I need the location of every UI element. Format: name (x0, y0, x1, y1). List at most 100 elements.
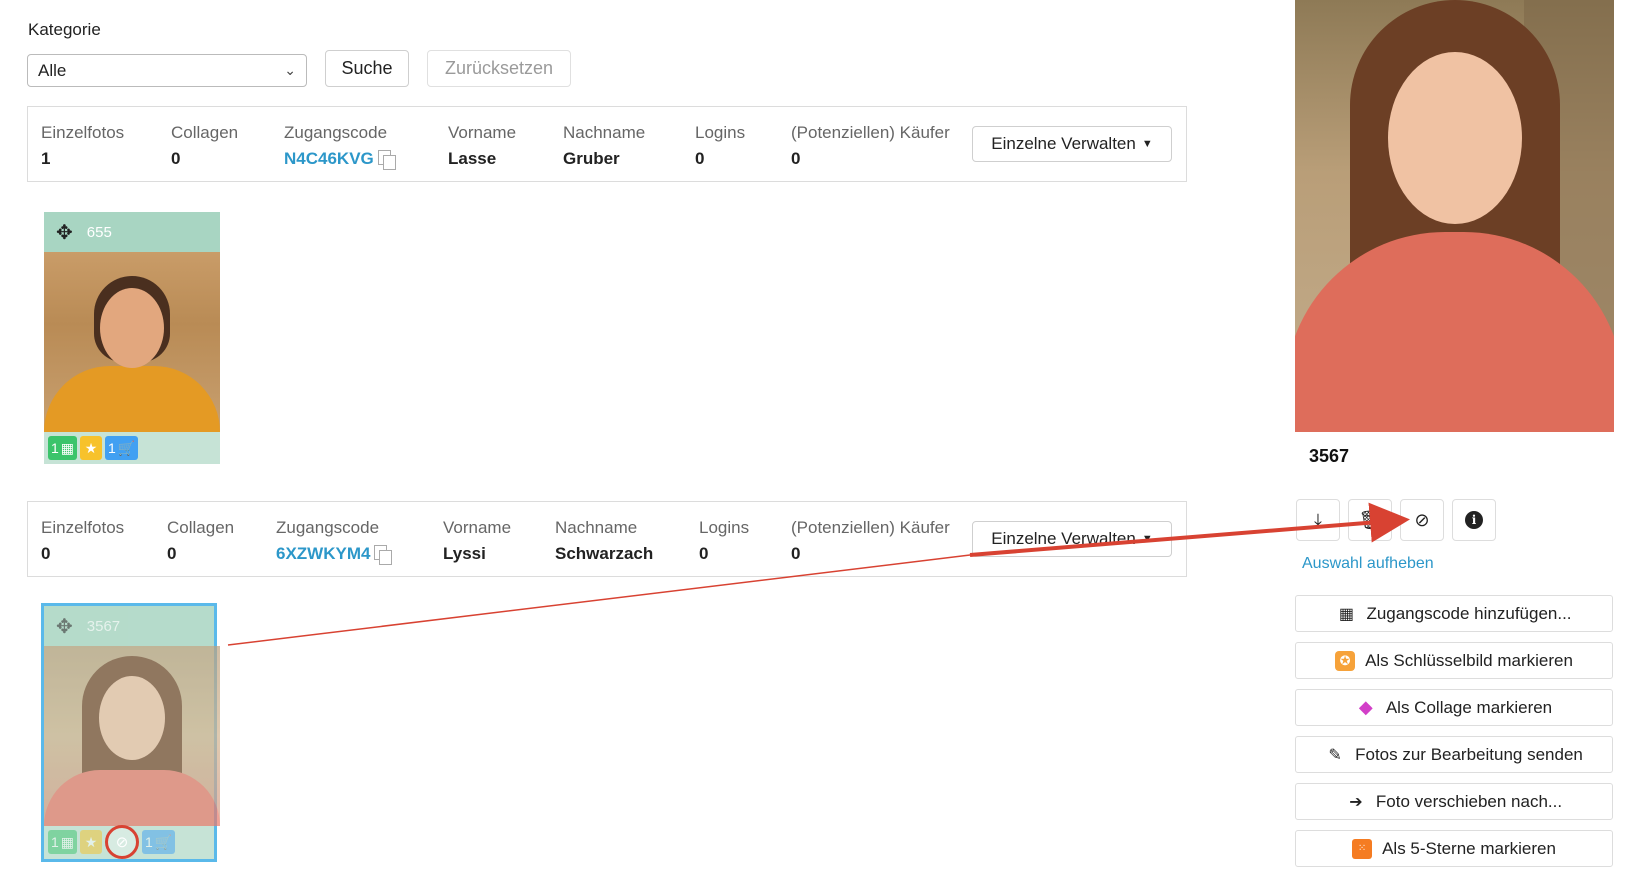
copy-icon[interactable] (374, 545, 393, 565)
qr-code-icon: ▦ (1338, 605, 1354, 623)
photo-thumbnail[interactable] (44, 646, 220, 826)
col-header: (Potenziellen) Käufer (791, 123, 950, 142)
layers-icon: ◆ (1358, 697, 1373, 717)
file-move-icon: ➔ (1349, 793, 1363, 811)
selected-photo-id: 3567 (1309, 446, 1350, 466)
access-code-link[interactable]: 6XZWKYM4 (276, 544, 370, 564)
col-header: Vorname (448, 123, 517, 142)
col-header: Einzelfotos (41, 518, 125, 537)
qr-code-icon: ▦ (60, 439, 75, 456)
chevron-down-icon: ⌄ (284, 62, 296, 78)
cart-badge[interactable]: 1 🛒 (142, 830, 176, 854)
access-code-link[interactable]: N4C46KVG (284, 149, 374, 169)
search-button[interactable]: Suche (325, 50, 409, 87)
access-codes-count: 1 (51, 440, 59, 456)
cart-icon: 🛒 (117, 439, 136, 456)
caret-down-icon: ▼ (1141, 533, 1153, 545)
selected-photo-preview (1295, 0, 1614, 432)
preview-face (1387, 52, 1522, 224)
key-image-icon: ✪ (1335, 650, 1356, 671)
col-einzelfotos: Einzelfotos 0 (41, 518, 124, 564)
einzelfotos-value: 0 (41, 544, 51, 563)
col-logins: Logins 0 (695, 123, 745, 169)
drag-handle-icon[interactable]: ✥ (56, 220, 73, 245)
action-label: Als Schlüsselbild markieren (1365, 650, 1573, 670)
access-codes-badge[interactable]: 1 ▦ (48, 830, 78, 854)
star-badge[interactable]: ★ (80, 830, 103, 854)
photo-tile-header: ✥ 3567 (44, 606, 214, 646)
manage-dropdown-button[interactable]: Einzelne Verwalten ▼ (972, 521, 1172, 557)
photo-thumbnail[interactable] (44, 252, 220, 432)
col-header: Logins (699, 518, 750, 537)
photo-body (44, 366, 220, 432)
five-stars-icon: ⁙ (1352, 838, 1373, 859)
access-code-row: 6XZWKYM4 (276, 544, 393, 565)
edit-icon: ✎ (1328, 746, 1342, 764)
download-button[interactable]: ⤓ (1296, 499, 1340, 541)
info-icon: i (1465, 511, 1483, 529)
photo-id: 3567 (86, 617, 121, 635)
col-collagen: Collagen 0 (167, 518, 234, 564)
toggle-visibility-button[interactable]: ⊘ (1400, 499, 1444, 541)
col-nachname: Nachname Schwarzach (555, 518, 653, 564)
access-code-row: N4C46KVG (284, 149, 396, 170)
col-nachname: Nachname Gruber (563, 123, 645, 169)
mark-key-image-button[interactable]: ✪ Als Schlüsselbild markieren (1295, 642, 1613, 679)
manage-label: Einzelne Verwalten (991, 134, 1136, 153)
mark-collage-button[interactable]: ◆ Als Collage markieren (1295, 689, 1613, 726)
photo-tile-selected[interactable]: ✥ 3567 1 ▦ ★ ⊘ 1 🛒 (41, 603, 220, 862)
col-einzelfotos: Einzelfotos 1 (41, 123, 124, 169)
qr-code-icon: ▦ (60, 833, 75, 850)
col-header: Logins (695, 123, 746, 142)
star-badge[interactable]: ★ (80, 436, 103, 460)
logins-value: 0 (695, 149, 705, 168)
buyers-value: 0 (791, 544, 801, 563)
photo-badges: 1 ▦ ★ ⊘ 1 🛒 (44, 825, 214, 859)
lastname-value: Gruber (563, 149, 620, 168)
photo-body (44, 770, 220, 826)
move-photo-button[interactable]: ➔ Foto verschieben nach... (1295, 783, 1613, 820)
photo-tile[interactable]: ✥ 655 1 ▦ ★ 1 🛒 (44, 212, 220, 464)
drag-handle-icon[interactable]: ✥ (56, 614, 73, 639)
add-access-code-button[interactable]: ▦ Zugangscode hinzufügen... (1295, 595, 1613, 632)
copy-icon[interactable] (377, 150, 396, 170)
deselect-link[interactable]: Auswahl aufheben (1302, 555, 1434, 573)
photo-badges: 1 ▦ ★ 1 🛒 (44, 432, 220, 464)
col-logins: Logins 0 (699, 518, 749, 564)
col-zugangscode: Zugangscode N4C46KVG (284, 123, 396, 170)
delete-button[interactable]: 🗑 (1348, 499, 1392, 541)
col-header: (Potenziellen) Käufer (791, 518, 950, 537)
reset-button[interactable]: Zurücksetzen (427, 50, 571, 87)
eye-slash-icon: ⊘ (1414, 509, 1430, 530)
photo-id: 655 (86, 223, 112, 241)
col-kaeufer: (Potenziellen) Käufer 0 (791, 123, 950, 169)
action-label: Als 5-Sterne markieren (1382, 838, 1556, 858)
buyers-value: 0 (791, 149, 801, 168)
category-label: Kategorie (28, 20, 101, 39)
photo-face (100, 288, 164, 368)
info-button[interactable]: i (1452, 499, 1496, 541)
col-header: Zugangscode (284, 123, 388, 142)
manage-dropdown-button[interactable]: Einzelne Verwalten ▼ (972, 126, 1172, 162)
action-label: Als Collage markieren (1385, 697, 1553, 717)
trash-icon: 🗑 (1358, 509, 1382, 530)
group-info-card: Einzelfotos 1 Collagen 0 Zugangscode N4C… (27, 106, 1187, 182)
hidden-eye-slash-icon[interactable]: ⊘ (105, 825, 140, 859)
col-header: Einzelfotos (41, 123, 125, 142)
col-header: Zugangscode (276, 518, 380, 537)
category-select-value: Alle (38, 60, 67, 80)
category-select[interactable]: Alle ⌄ (27, 54, 307, 87)
send-for-editing-button[interactable]: ✎ Fotos zur Bearbeitung senden (1295, 736, 1613, 773)
manage-label: Einzelne Verwalten (991, 529, 1136, 548)
star-icon: ★ (84, 439, 98, 456)
einzelfotos-value: 1 (41, 149, 51, 168)
col-vorname: Vorname Lyssi (443, 518, 511, 564)
action-label: Foto verschieben nach... (1375, 791, 1563, 811)
mark-five-stars-button[interactable]: ⁙ Als 5-Sterne markieren (1295, 830, 1613, 867)
group-info-card: Einzelfotos 0 Collagen 0 Zugangscode 6XZ… (27, 501, 1187, 577)
action-label: Fotos zur Bearbeitung senden (1355, 744, 1583, 764)
col-vorname: Vorname Lasse (448, 123, 516, 169)
collagen-value: 0 (167, 544, 177, 563)
access-codes-badge[interactable]: 1 ▦ (48, 436, 78, 460)
cart-badge[interactable]: 1 🛒 (105, 436, 139, 460)
